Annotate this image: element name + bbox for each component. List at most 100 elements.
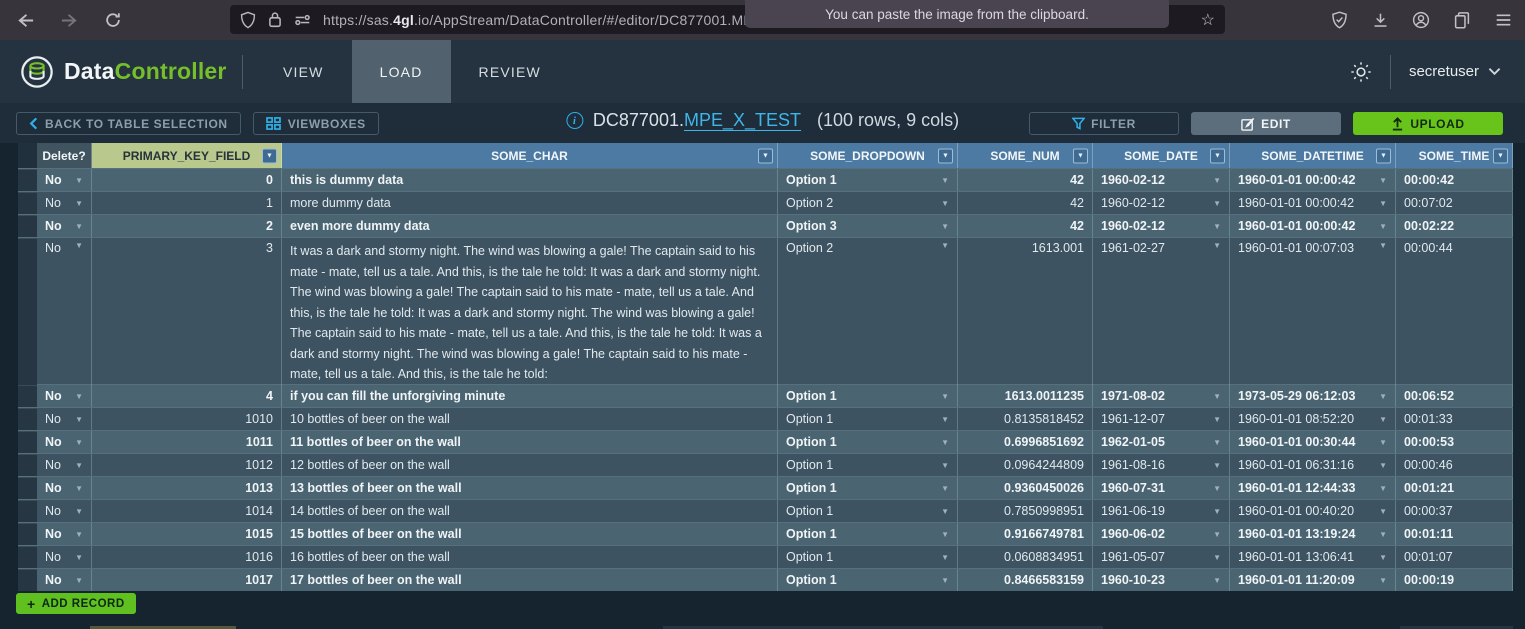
caret-down-icon[interactable]: ▼ [1207,199,1221,208]
caret-down-icon[interactable]: ▼ [1373,530,1387,539]
primary-key-cell[interactable]: 1014 [92,500,282,522]
menu-icon[interactable] [1489,6,1517,34]
primary-key-cell[interactable]: 1011 [92,431,282,453]
some-time-cell[interactable]: 00:00:37 [1396,500,1513,522]
some-time-cell[interactable]: 00:01:11 [1396,523,1513,545]
some-datetime-cell[interactable]: 1960-01-01 00:30:44▼ [1230,431,1396,453]
filter-dropdown-icon[interactable]: ▼ [1210,148,1225,163]
tab-review[interactable]: REVIEW [451,40,569,103]
some-datetime-cell[interactable]: 1960-01-01 06:31:16▼ [1230,454,1396,476]
forward-icon[interactable] [54,5,84,35]
some-date-cell[interactable]: 1960-07-31▼ [1093,477,1230,499]
some-date-cell[interactable]: 1960-02-12▼ [1093,215,1230,237]
filter-dropdown-icon[interactable]: ▼ [1376,148,1391,163]
back-to-table-selection-button[interactable]: BACK TO TABLE SELECTION [16,112,241,135]
account-icon[interactable] [1407,6,1435,34]
caret-down-icon[interactable]: ▼ [1207,530,1221,539]
delete-dropdown-cell[interactable]: No▼ [37,500,92,522]
info-icon[interactable]: i [566,112,583,129]
some-num-cell[interactable]: 0.0608834951 [958,546,1093,568]
some-num-cell[interactable]: 0.9166749781 [958,523,1093,545]
caret-down-icon[interactable]: ▼ [1373,576,1387,585]
some-char-cell[interactable]: 13 bottles of beer on the wall [282,477,778,499]
some-datetime-cell[interactable]: 1960-01-01 12:44:33▼ [1230,477,1396,499]
some-date-cell[interactable]: 1961-02-27▼ [1093,238,1230,385]
row-handle[interactable] [18,500,37,522]
some-char-cell[interactable]: 17 bottles of beer on the wall [282,569,778,591]
some-date-cell[interactable]: 1960-10-23▼ [1093,569,1230,591]
delete-dropdown-cell[interactable]: No▼ [37,431,92,453]
caret-down-icon[interactable]: ▼ [1207,576,1221,585]
some-dropdown-cell[interactable]: Option 1▼ [778,523,958,545]
row-handle[interactable] [18,192,37,214]
app-brand[interactable]: DataController [0,40,242,103]
some-num-cell[interactable]: 0.8135818452 [958,408,1093,430]
some-datetime-cell[interactable]: 1960-01-01 08:52:20▼ [1230,408,1396,430]
caret-down-icon[interactable]: ▼ [1373,241,1387,250]
caret-down-icon[interactable]: ▼ [935,392,949,401]
primary-key-cell[interactable]: 1 [92,192,282,214]
caret-down-icon[interactable]: ▼ [935,199,949,208]
some-date-cell[interactable]: 1960-06-02▼ [1093,523,1230,545]
some-dropdown-cell[interactable]: Option 1▼ [778,546,958,568]
some-num-cell[interactable]: 0.8466583159 [958,569,1093,591]
download-icon[interactable] [1366,6,1394,34]
caret-down-icon[interactable]: ▼ [935,438,949,447]
filter-dropdown-icon[interactable]: ▼ [938,148,953,163]
row-handle[interactable] [18,385,37,407]
tab-view[interactable]: VIEW [255,40,352,103]
some-char-cell[interactable]: 12 bottles of beer on the wall [282,454,778,476]
some-dropdown-cell[interactable]: Option 1▼ [778,569,958,591]
caret-down-icon[interactable]: ▼ [935,484,949,493]
row-handle[interactable] [18,431,37,453]
some-date-cell[interactable]: 1961-12-07▼ [1093,408,1230,430]
primary-key-cell[interactable]: 3 [92,238,282,385]
caret-down-icon[interactable]: ▼ [1207,392,1221,401]
some-dropdown-cell[interactable]: Option 1▼ [778,385,958,407]
caret-down-icon[interactable]: ▼ [69,199,83,208]
caret-down-icon[interactable]: ▼ [69,461,83,470]
caret-down-icon[interactable]: ▼ [935,507,949,516]
filter-dropdown-icon[interactable]: ▼ [758,148,773,163]
some-char-cell[interactable]: if you can fill the unforgiving minute [282,385,778,407]
some-date-cell[interactable]: 1960-02-12▼ [1093,192,1230,214]
caret-down-icon[interactable]: ▼ [935,461,949,470]
row-handle[interactable] [18,169,37,191]
protection-shield-icon[interactable] [1325,6,1353,34]
some-num-cell[interactable]: 42 [958,192,1093,214]
table-name-link[interactable]: MPE_X_TEST [684,110,801,130]
caret-down-icon[interactable]: ▼ [1207,553,1221,562]
edit-button[interactable]: EDIT [1191,112,1341,135]
some-date-cell[interactable]: 1961-08-16▼ [1093,454,1230,476]
some-char-cell[interactable]: 14 bottles of beer on the wall [282,500,778,522]
filter-dropdown-icon[interactable]: ▼ [1073,148,1088,163]
column-header-primary-key[interactable]: PRIMARY_KEY_FIELD▼ [92,143,282,168]
some-date-cell[interactable]: 1971-08-02▼ [1093,385,1230,407]
delete-dropdown-cell[interactable]: No▼ [37,385,92,407]
some-datetime-cell[interactable]: 1973-05-29 06:12:03▼ [1230,385,1396,407]
filter-dropdown-icon[interactable]: ▼ [262,148,277,163]
some-char-cell[interactable]: 15 bottles of beer on the wall [282,523,778,545]
caret-down-icon[interactable]: ▼ [69,222,83,231]
caret-down-icon[interactable]: ▼ [69,553,83,562]
some-time-cell[interactable]: 00:00:42 [1396,169,1513,191]
caret-down-icon[interactable]: ▼ [1373,199,1387,208]
caret-down-icon[interactable]: ▼ [935,241,949,250]
delete-dropdown-cell[interactable]: No▼ [37,546,92,568]
filter-dropdown-icon[interactable]: ▼ [1493,148,1508,163]
caret-down-icon[interactable]: ▼ [935,530,949,539]
caret-down-icon[interactable]: ▼ [69,415,83,424]
caret-down-icon[interactable]: ▼ [1207,438,1221,447]
some-num-cell[interactable]: 1613.001 [958,238,1093,385]
row-handle[interactable] [18,477,37,499]
caret-down-icon[interactable]: ▼ [935,576,949,585]
primary-key-cell[interactable]: 1010 [92,408,282,430]
shield-icon[interactable] [240,11,256,29]
row-handle[interactable] [18,238,37,385]
back-icon[interactable] [10,5,40,35]
permissions-icon[interactable] [294,13,311,27]
caret-down-icon[interactable]: ▼ [1207,241,1221,250]
column-header-some-num[interactable]: SOME_NUM▼ [958,143,1093,168]
viewboxes-button[interactable]: VIEWBOXES [253,112,379,135]
some-time-cell[interactable]: 00:07:02 [1396,192,1513,214]
